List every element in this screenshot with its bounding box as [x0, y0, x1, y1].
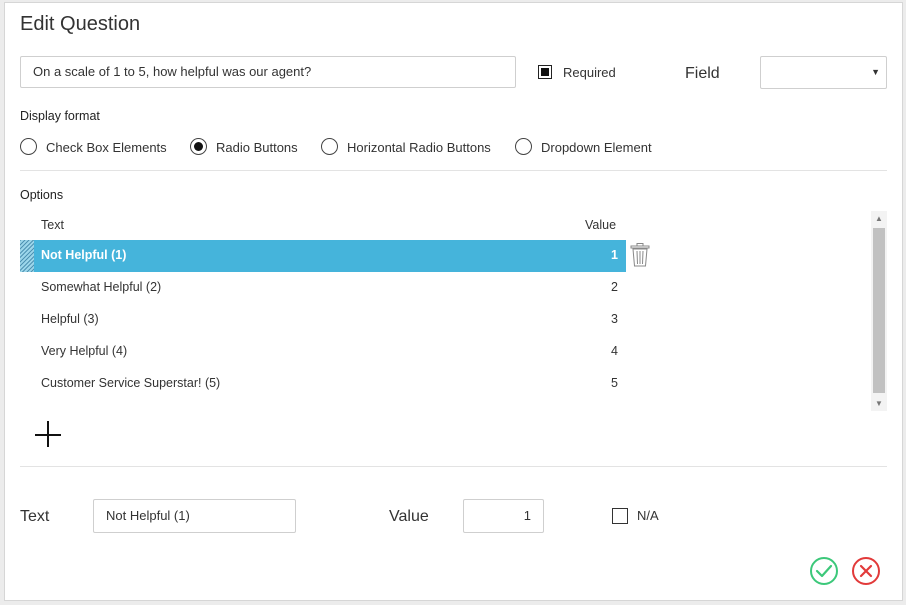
- text-label: Text: [20, 508, 50, 525]
- column-header-text: Text: [41, 218, 64, 232]
- field-select[interactable]: ▼: [760, 56, 887, 89]
- option-value: 5: [611, 376, 618, 390]
- value-label: Value: [389, 508, 429, 525]
- option-row[interactable]: Somewhat Helpful (2) 2: [20, 272, 626, 304]
- option-row[interactable]: Helpful (3) 3: [20, 304, 626, 336]
- scroll-down-arrow-icon[interactable]: ▼: [875, 399, 883, 408]
- option-text-input[interactable]: Not Helpful (1): [93, 499, 296, 533]
- radio-check-box-elements-label: Check Box Elements: [46, 140, 167, 155]
- question-text-input[interactable]: On a scale of 1 to 5, how helpful was ou…: [20, 56, 516, 88]
- radio-radio-buttons[interactable]: [190, 138, 207, 155]
- drag-handle[interactable]: [20, 240, 34, 272]
- scroll-thumb[interactable]: [873, 228, 885, 393]
- option-row[interactable]: Not Helpful (1) 1: [20, 240, 626, 272]
- cancel-x-icon[interactable]: [851, 556, 881, 586]
- option-value: 4: [611, 344, 618, 358]
- option-row[interactable]: Very Helpful (4) 4: [20, 336, 626, 368]
- radio-dropdown-element-label: Dropdown Element: [541, 140, 652, 155]
- divider: [20, 466, 887, 467]
- trash-icon[interactable]: [630, 243, 650, 267]
- radio-radio-buttons-label: Radio Buttons: [216, 140, 298, 155]
- options-label: Options: [20, 188, 64, 202]
- na-label: N/A: [637, 508, 659, 523]
- option-row[interactable]: Customer Service Superstar! (5) 5: [20, 368, 626, 400]
- add-option-plus-icon[interactable]: [35, 421, 63, 449]
- options-scrollbar[interactable]: ▲ ▼: [871, 211, 887, 411]
- option-value: 3: [611, 312, 618, 326]
- confirm-check-icon[interactable]: [809, 556, 839, 586]
- option-text: Somewhat Helpful (2): [41, 280, 162, 294]
- radio-dropdown-element[interactable]: [515, 138, 532, 155]
- option-text: Helpful (3): [41, 312, 99, 326]
- column-header-value: Value: [585, 218, 617, 232]
- option-text: Not Helpful (1): [41, 248, 127, 262]
- field-label: Field: [685, 65, 720, 82]
- na-checkbox[interactable]: [612, 508, 628, 524]
- edit-question-dialog: Edit Question On a scale of 1 to 5, how …: [4, 2, 903, 601]
- chevron-down-icon: ▼: [871, 67, 880, 77]
- radio-horizontal-radio-buttons[interactable]: [321, 138, 338, 155]
- radio-check-box-elements[interactable]: [20, 138, 37, 155]
- display-format-label: Display format: [20, 109, 100, 123]
- required-checkbox[interactable]: [538, 65, 552, 79]
- divider: [20, 170, 887, 171]
- option-text: Customer Service Superstar! (5): [41, 376, 221, 390]
- option-value: 2: [611, 280, 618, 294]
- option-value: 1: [611, 248, 618, 262]
- dialog-title: Edit Question: [20, 13, 141, 35]
- scroll-up-arrow-icon[interactable]: ▲: [875, 214, 883, 223]
- radio-horizontal-radio-buttons-label: Horizontal Radio Buttons: [347, 140, 491, 155]
- option-text: Very Helpful (4): [41, 344, 128, 358]
- required-label: Required: [563, 65, 616, 80]
- option-value-input[interactable]: 1: [463, 499, 544, 533]
